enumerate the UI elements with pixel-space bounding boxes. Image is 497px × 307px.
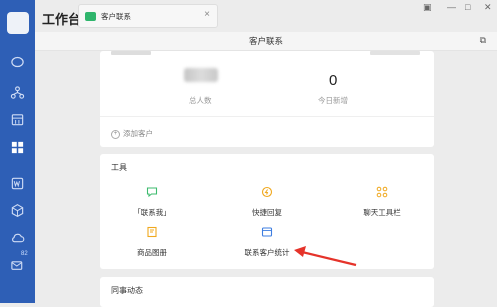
close-icon[interactable]: × bbox=[204, 9, 210, 20]
tool-label: 商品图册 bbox=[137, 248, 167, 257]
plus-circle-icon: + bbox=[111, 129, 120, 139]
app-title: 工作台 bbox=[42, 12, 82, 27]
cube-icon[interactable] bbox=[0, 200, 35, 220]
tab-label: 客户联系 bbox=[101, 12, 131, 21]
today-new-label: 今日新增 bbox=[318, 96, 348, 105]
popout-icon[interactable]: ⧉ bbox=[480, 35, 486, 46]
cloud-icon[interactable] bbox=[0, 227, 35, 247]
title-bar: 工作台 客户联系 × ▣ — □ ✕ bbox=[35, 0, 497, 32]
page-header: 客户联系 ⧉ bbox=[35, 32, 497, 51]
sidebar: 82 bbox=[0, 0, 35, 303]
add-customer-label: 添加客户 bbox=[123, 129, 153, 138]
wecom-chat-icon bbox=[85, 12, 96, 21]
maximize-icon[interactable]: □ bbox=[465, 3, 470, 12]
today-new-value: 0 bbox=[329, 72, 338, 89]
restore-icon[interactable]: ▣ bbox=[423, 3, 432, 12]
tool-label: 「联系我」 bbox=[133, 208, 171, 217]
avatar[interactable] bbox=[7, 12, 29, 34]
tab-customer-contact[interactable]: 客户联系 × bbox=[78, 4, 218, 28]
total-count-value bbox=[184, 68, 218, 82]
product-album-icon bbox=[147, 226, 157, 238]
colleague-activity-title: 同事动态 bbox=[111, 286, 143, 295]
workbench-icon[interactable] bbox=[0, 137, 35, 157]
total-count-label: 总人数 bbox=[189, 96, 212, 105]
toolbar-grid-icon bbox=[376, 186, 388, 198]
mail-badge: 82 bbox=[21, 251, 28, 257]
messages-icon[interactable] bbox=[0, 52, 35, 72]
tool-label: 快捷回复 bbox=[252, 208, 282, 217]
calendar-icon[interactable] bbox=[0, 109, 35, 129]
minimize-icon[interactable]: — bbox=[447, 3, 456, 12]
statistics-icon bbox=[261, 227, 273, 237]
add-customer-button[interactable]: + 添加客户 bbox=[111, 128, 153, 139]
tools-title: 工具 bbox=[111, 163, 127, 172]
tool-label: 聊天工具栏 bbox=[363, 208, 401, 217]
chat-bubble-icon bbox=[146, 187, 158, 198]
close-window-icon[interactable]: ✕ bbox=[484, 3, 492, 12]
quick-reply-icon bbox=[261, 186, 273, 198]
contacts-icon[interactable] bbox=[0, 82, 35, 102]
mail-icon[interactable]: 82 bbox=[0, 251, 35, 275]
docs-icon[interactable] bbox=[0, 173, 35, 193]
page-title: 客户联系 bbox=[248, 36, 283, 46]
tool-label: 联系客户统计 bbox=[244, 248, 290, 257]
